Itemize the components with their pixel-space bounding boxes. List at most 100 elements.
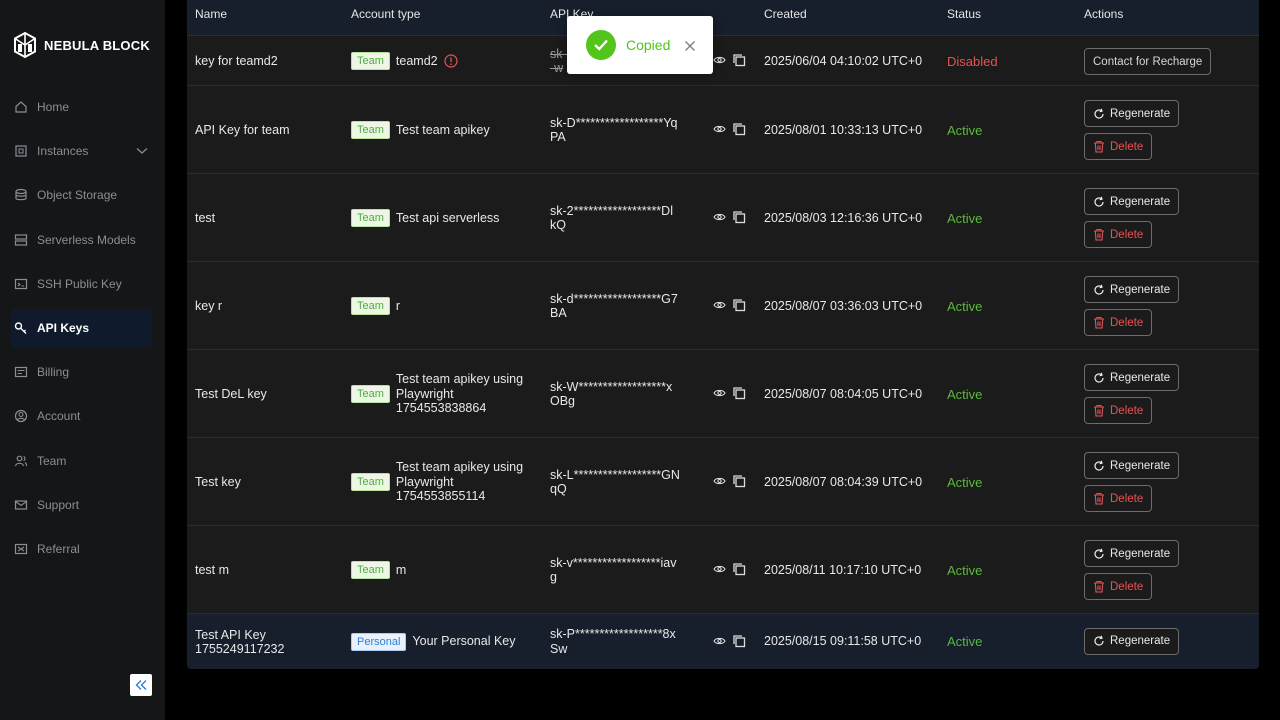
copy-icon[interactable] (732, 210, 746, 224)
brand-name: NEBULA BLOCK (44, 37, 150, 53)
copy-icon[interactable] (732, 386, 746, 400)
table-row: API Key for team Team Test team apikey s… (187, 86, 1259, 174)
eye-icon[interactable] (713, 212, 726, 222)
key-name: test (195, 211, 216, 225)
masked-api-key: sk-d******************G7 BA (550, 291, 678, 321)
contact-for-recharge-button[interactable]: Contact for Recharge (1084, 48, 1212, 75)
regenerate-button[interactable]: Regenerate (1084, 452, 1180, 479)
sidebar: NEBULA BLOCK Home Instances Object Stora… (0, 0, 165, 720)
copy-icon[interactable] (732, 122, 746, 136)
api-keys-table: Name Account type API Key Created Status… (187, 0, 1259, 669)
key-name: API Key for team (195, 123, 290, 137)
sidebar-item-object-storage[interactable]: Object Storage (11, 176, 152, 214)
account-type-badge: Team (351, 209, 390, 227)
key-icon (13, 320, 29, 336)
regenerate-button[interactable]: Regenerate (1084, 540, 1180, 567)
key-name: test m (195, 563, 230, 577)
button-label: Regenerate (1110, 459, 1171, 472)
table-row: key r Team r sk-d******************G7 BA… (187, 262, 1259, 350)
delete-button[interactable]: Delete (1084, 133, 1153, 160)
account-name: Test api serverless (395, 210, 500, 225)
delete-button[interactable]: Delete (1084, 221, 1153, 248)
mail-icon (13, 497, 29, 513)
account-type-badge: Personal (351, 632, 407, 651)
account-type-badge: Team (351, 297, 390, 315)
sidebar-item-label: Referral (37, 542, 80, 556)
chevron-down-icon[interactable] (136, 144, 148, 158)
eye-icon[interactable] (713, 476, 726, 486)
copy-icon[interactable] (732, 474, 746, 488)
eye-icon[interactable] (713, 300, 726, 310)
eye-icon[interactable] (713, 124, 726, 134)
account-name: Your Personal Key (412, 634, 516, 649)
masked-api-key: sk-P******************8x Sw (550, 627, 676, 656)
close-icon[interactable] (684, 39, 696, 57)
sidebar-item-ssh-public-key[interactable]: SSH Public Key (11, 265, 152, 303)
eye-icon[interactable] (713, 636, 726, 646)
nebula-logo-icon (14, 32, 36, 58)
button-label: Regenerate (1110, 195, 1171, 208)
ssh-key-icon (13, 276, 29, 292)
account-type-badge: Team (351, 52, 390, 70)
sidebar-item-billing[interactable]: Billing (11, 353, 152, 391)
copied-toast: Copied (567, 16, 713, 74)
delete-button[interactable]: Delete (1084, 397, 1153, 424)
toast-message: Copied (626, 37, 671, 53)
refresh-icon (1093, 635, 1105, 647)
column-header-account-type: Account type (351, 7, 421, 21)
status-text: Active (947, 210, 983, 226)
status-text: Active (947, 122, 983, 138)
copy-icon[interactable] (732, 562, 746, 576)
regenerate-button[interactable]: Regenerate (1084, 364, 1180, 391)
sidebar-item-instances[interactable]: Instances (11, 132, 152, 170)
refresh-icon (1093, 284, 1105, 296)
team-icon (13, 453, 29, 469)
copy-icon[interactable] (732, 53, 746, 67)
button-label: Delete (1110, 404, 1144, 417)
copy-icon[interactable] (732, 298, 746, 312)
masked-api-key: sk-L******************GN qQ (550, 467, 680, 497)
regenerate-button[interactable]: Regenerate (1084, 276, 1180, 303)
brand-logo[interactable]: NEBULA BLOCK (13, 31, 150, 59)
sidebar-item-team[interactable]: Team (11, 442, 152, 480)
sidebar-item-label: Serverless Models (37, 233, 136, 247)
sidebar-item-support[interactable]: Support (11, 486, 152, 524)
regenerate-button[interactable]: Regenerate (1084, 627, 1180, 655)
sidebar-item-label: Account (37, 409, 81, 423)
sidebar-item-serverless-models[interactable]: Serverless Models (11, 221, 152, 259)
table-row: key for teamd2 Team teamd2 sk-B*********… (187, 36, 1259, 86)
warning-info-icon[interactable] (444, 54, 458, 68)
delete-button[interactable]: Delete (1084, 309, 1153, 336)
refresh-icon (1093, 108, 1105, 120)
regenerate-button[interactable]: Regenerate (1084, 100, 1180, 127)
key-name: Test API Key 1755249117232 (195, 627, 285, 656)
server-icon (13, 232, 29, 248)
sidebar-item-referral[interactable]: Referral (11, 530, 152, 568)
delete-button[interactable]: Delete (1084, 573, 1153, 600)
account-name: Test team apikey using Playwright 175455… (395, 460, 524, 504)
eye-icon[interactable] (713, 388, 726, 398)
sidebar-item-account[interactable]: Account (11, 397, 152, 435)
status-text: Active (947, 562, 983, 578)
referral-icon (13, 541, 29, 557)
column-header-status: Status (947, 7, 982, 21)
collapse-sidebar-button[interactable] (130, 674, 152, 696)
sidebar-item-home[interactable]: Home (11, 88, 152, 126)
account-name: Test team apikey using Playwright 175455… (395, 372, 524, 416)
button-label: Contact for Recharge (1093, 55, 1203, 68)
sidebar-item-label: Team (37, 454, 67, 468)
masked-api-key: sk-D******************Yq PA (550, 115, 678, 145)
delete-button[interactable]: Delete (1084, 485, 1153, 512)
sidebar-item-label: Billing (37, 365, 70, 379)
sidebar-item-label: Instances (37, 144, 89, 158)
sidebar-item-api-keys[interactable]: API Keys (11, 309, 152, 347)
status-text: Active (947, 386, 983, 402)
table-row: test Team Test api serverless sk-2******… (187, 174, 1259, 262)
account-name: m (395, 562, 407, 577)
created-timestamp: 2025/08/01 10:33:13 UTC+0 (764, 122, 923, 137)
copy-icon[interactable] (732, 634, 746, 648)
eye-icon[interactable] (713, 55, 726, 65)
eye-icon[interactable] (713, 564, 726, 574)
button-label: Regenerate (1110, 547, 1171, 560)
regenerate-button[interactable]: Regenerate (1084, 188, 1180, 215)
